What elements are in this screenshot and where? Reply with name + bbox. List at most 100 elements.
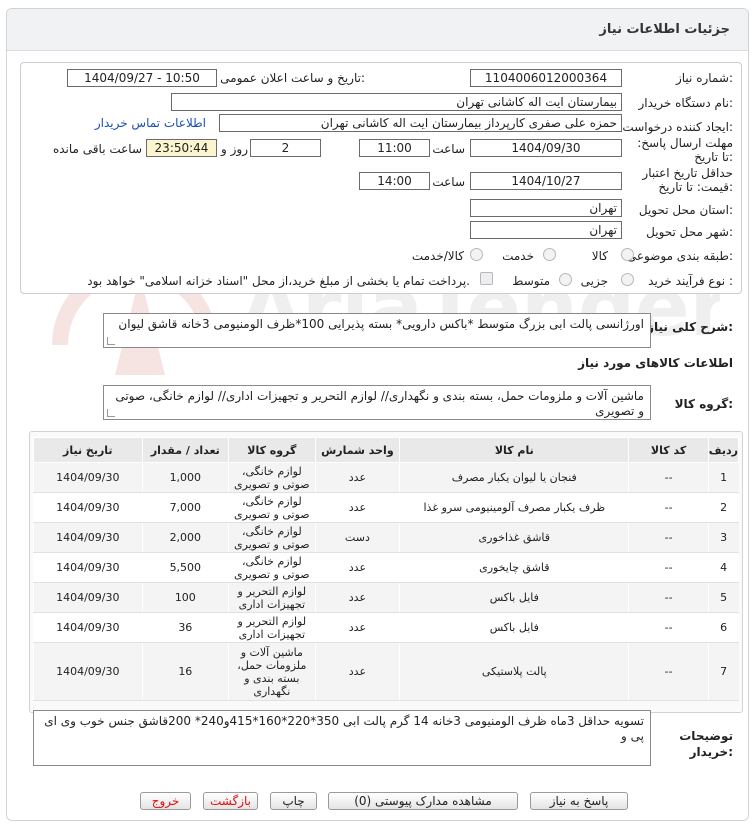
city-field: تهران (470, 221, 622, 239)
summary-textarea[interactable]: اورژانسی پالت ابی بزرگ متوسط *باکس داروی… (103, 313, 651, 348)
cell-unit: عدد (314, 462, 400, 493)
cell-qty: 7,000 (141, 492, 229, 523)
cell-code: -- (628, 642, 709, 701)
view-attachments-button[interactable]: مشاهده مدارک پیوستی (0) (328, 792, 518, 810)
need-number-label: شماره نیاز: (675, 71, 733, 85)
buyer-field: بیمارستان ایت اله کاشانی تهران (171, 93, 622, 111)
cell-code: -- (628, 552, 709, 583)
cell-row: 6 (707, 612, 739, 643)
process-radio-medium[interactable] (559, 273, 572, 286)
category-option-goods: کالا (591, 249, 608, 263)
table-row: 1 -- فنجان یا لیوان یکبار مصرف عدد لوازم… (33, 462, 739, 493)
category-radio-service[interactable] (543, 248, 556, 261)
cell-unit: عدد (314, 642, 400, 701)
table-row: 6 -- فایل باکس عدد لوازم التحریر و تجهیز… (33, 612, 739, 643)
goods-info-title: اطلاعات کالاهای مورد نیاز (578, 356, 733, 370)
table-row: 3 -- قاشق غذاخوری دست لوازم خانگی، صوتی … (33, 522, 739, 553)
col-header-name: نام کالا (399, 437, 630, 463)
validity-date-field: 1404/10/27 (470, 172, 622, 190)
print-button[interactable]: چاپ (270, 792, 317, 810)
cell-date: 1404/09/30 (33, 462, 143, 493)
deadline-date-field: 1404/09/30 (470, 139, 622, 157)
buyer-notes-textarea[interactable]: تسویه حداقل 3ماه ظرف الومنیومی 3خانه 14 … (33, 710, 651, 766)
buyer-notes-text: تسویه حداقل 3ماه ظرف الومنیومی 3خانه 14 … (44, 714, 644, 743)
category-radio-goods-service[interactable] (470, 248, 483, 261)
cell-code: -- (628, 582, 709, 613)
cell-row: 1 (707, 462, 739, 493)
cell-unit: عدد (314, 612, 400, 643)
col-header-unit: واحد شمارش (314, 437, 401, 463)
cell-group: لوازم خانگی، صوتی و تصویری (228, 462, 316, 493)
cell-unit: دست (314, 522, 400, 553)
cell-group: ماشین آلات و ملزومات حمل، بسته بندی و نگ… (228, 642, 316, 701)
cell-group: لوازم خانگی، صوتی و تصویری (228, 552, 316, 583)
days-label: روز و (221, 142, 248, 156)
cell-qty: 2,000 (141, 522, 229, 553)
cell-group: لوازم خانگی، صوتی و تصویری (228, 522, 316, 553)
cell-code: -- (628, 612, 709, 643)
remaining-time-label: ساعت باقی مانده (52, 142, 142, 156)
goods-group-label: گروه کالا: (674, 397, 733, 411)
category-option-service: خدمت (502, 249, 534, 263)
validity-time-field: 14:00 (359, 172, 430, 190)
items-table: ردیف کد کالا نام کالا واحد شمارش گروه کا… (33, 437, 740, 701)
cell-name: فنجان یا لیوان یکبار مصرف (399, 462, 629, 493)
cell-row: 2 (707, 492, 739, 523)
deadline-time-field: 11:00 (359, 139, 430, 157)
goods-group-textarea[interactable]: ماشین آلات و ملزومات حمل، بسته بندی و نگ… (103, 385, 651, 420)
cell-date: 1404/09/30 (33, 492, 143, 523)
reply-button[interactable]: پاسخ به نیاز (530, 792, 628, 810)
resize-grip-icon[interactable] (107, 409, 115, 417)
category-option-goods-service: کالا/خدمت (411, 249, 464, 263)
exit-button[interactable]: خروج (140, 792, 191, 810)
col-header-code: کد کالا (628, 437, 709, 463)
buyer-label: نام دستگاه خریدار: (638, 96, 734, 110)
cell-name: فایل باکس (399, 612, 629, 643)
process-option-minor: جزیی (580, 274, 608, 288)
process-radio-minor[interactable] (621, 273, 634, 286)
back-button[interactable]: بازگشت (203, 792, 258, 810)
creator-field: حمزه علی صفری کارپرداز بیمارستان ایت اله… (219, 114, 622, 132)
col-header-row: ردیف (707, 437, 740, 463)
cell-qty: 1,000 (141, 462, 229, 493)
cell-qty: 100 (141, 582, 229, 613)
process-label: نوع فرآیند خرید : (648, 274, 733, 288)
cell-code: -- (628, 492, 709, 523)
cell-group: لوازم خانگی، صوتی و تصویری (228, 492, 316, 523)
category-radio-goods[interactable] (621, 248, 634, 261)
deadline-time-label: ساعت (432, 142, 465, 156)
col-header-group: گروه کالا (228, 437, 316, 463)
table-row: 7 -- پالت پلاستیکی عدد ماشین آلات و ملزو… (33, 642, 739, 701)
cell-date: 1404/09/30 (33, 582, 143, 613)
cell-group: لوازم التحریر و تجهیزات اداری (228, 612, 316, 643)
deadline-label: مهلت ارسال پاسخ: تا تاریخ: (637, 136, 733, 164)
cell-date: 1404/09/30 (33, 522, 143, 553)
cell-qty: 16 (141, 642, 229, 701)
buyer-notes-label: توضیحات خریدار: (679, 729, 733, 759)
cell-unit: عدد (314, 492, 400, 523)
col-header-date: تاریخ نیاز (33, 437, 143, 463)
goods-group-text: ماشین آلات و ملزومات حمل، بسته بندی و نگ… (115, 389, 644, 418)
cell-group: لوازم التحریر و تجهیزات اداری (228, 582, 316, 613)
cell-date: 1404/09/30 (33, 612, 143, 643)
validity-label: حداقل تاریخ اعتبار قیمت: تا تاریخ: (642, 166, 733, 194)
cell-name: پالت پلاستیکی (399, 642, 629, 701)
resize-grip-icon[interactable] (107, 337, 115, 345)
cell-code: -- (628, 522, 709, 553)
cell-code: -- (628, 462, 709, 493)
cell-name: ظرف یکبار مصرف آلومینیومی سرو غذا (399, 492, 629, 523)
city-label: شهر محل تحویل: (646, 225, 733, 239)
category-label: طبقه بندی موضوعی: (626, 249, 733, 263)
process-option-medium: متوسط (512, 274, 550, 288)
cell-date: 1404/09/30 (33, 552, 143, 583)
table-row: 4 -- قاشق چایخوری عدد لوازم خانگی، صوتی … (33, 552, 739, 583)
remaining-time-field: 23:50:44 (146, 139, 217, 157)
cell-unit: عدد (314, 552, 400, 583)
summary-text: اورژانسی پالت ابی بزرگ متوسط *باکس داروی… (118, 317, 644, 331)
contact-info-link[interactable]: اطلاعات تماس خریدار (95, 116, 206, 130)
table-header-row: ردیف کد کالا نام کالا واحد شمارش گروه کا… (33, 437, 740, 463)
announce-label: تاریخ و ساعت اعلان عمومی: (220, 71, 365, 85)
table-row: 2 -- ظرف یکبار مصرف آلومینیومی سرو غذا ع… (33, 492, 739, 523)
payment-checkbox[interactable] (480, 272, 493, 285)
col-header-qty: تعداد / مقدار (141, 437, 230, 463)
